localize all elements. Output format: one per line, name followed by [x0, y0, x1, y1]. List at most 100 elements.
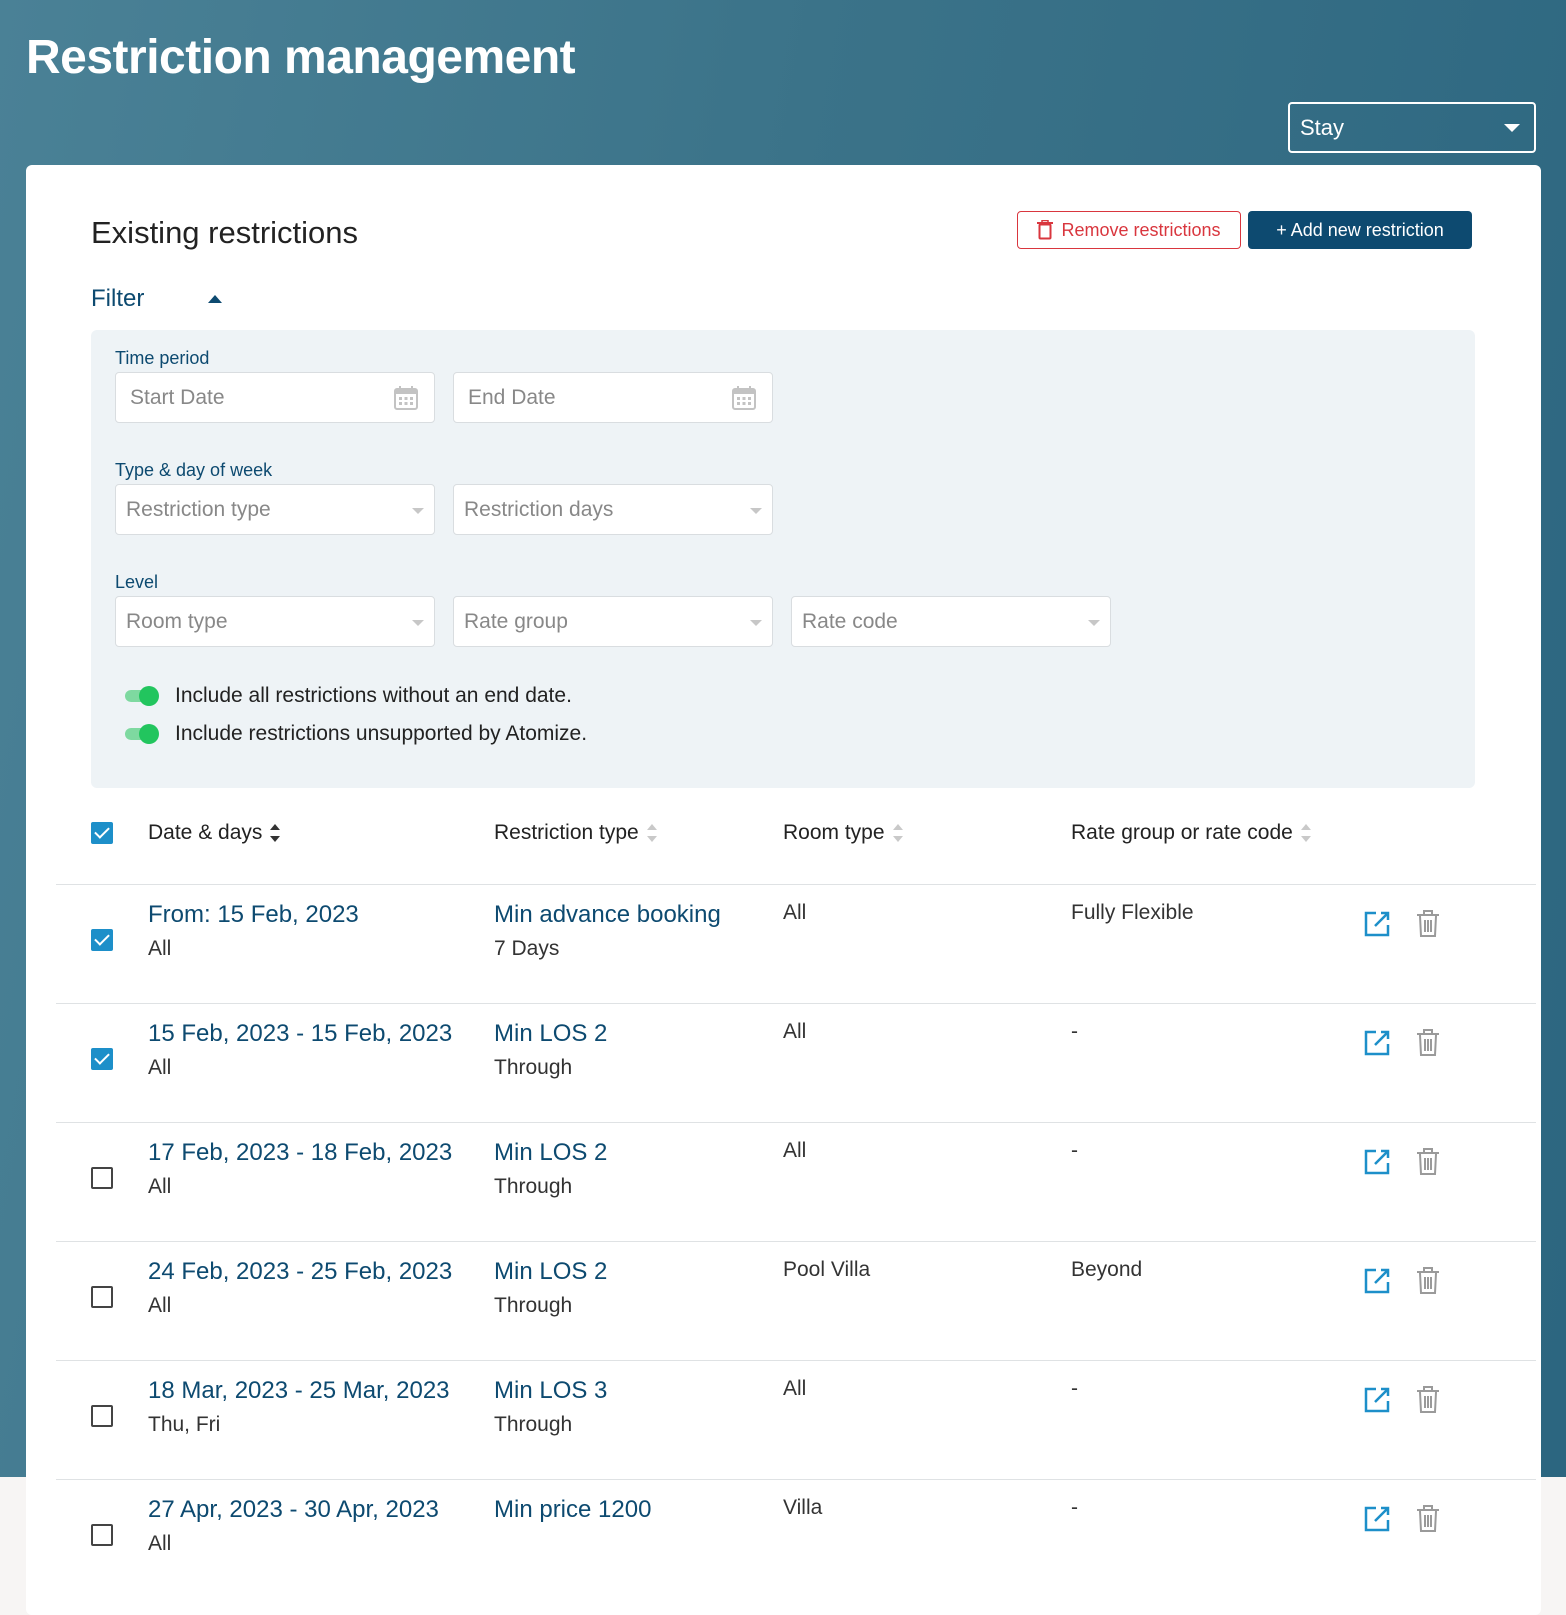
row-checkbox[interactable]: [91, 1405, 113, 1427]
row-date[interactable]: 18 Mar, 2023 - 25 Mar, 2023: [148, 1377, 450, 1405]
toggle-unsupported-label: Include restrictions unsupported by Atom…: [175, 722, 588, 745]
caret-down-icon: [412, 508, 424, 514]
table-row: 15 Feb, 2023 - 15 Feb, 2023 All Min LOS …: [26, 1004, 1541, 1122]
row-room-type: Villa: [783, 1496, 823, 1519]
row-days: All: [148, 937, 172, 960]
row-date[interactable]: 17 Feb, 2023 - 18 Feb, 2023: [148, 1139, 452, 1167]
row-restriction-type[interactable]: Min price 1200: [494, 1496, 651, 1524]
sort-icon: [646, 824, 657, 842]
trash-icon[interactable]: [1416, 1505, 1440, 1533]
filter-toggle-label: Filter: [91, 285, 145, 312]
column-restriction-type[interactable]: Restriction type: [494, 821, 657, 845]
table-row: 17 Feb, 2023 - 18 Feb, 2023 All Min LOS …: [26, 1123, 1541, 1241]
view-select[interactable]: Stay: [1288, 102, 1536, 153]
filter-toggle[interactable]: Filter: [91, 285, 223, 313]
row-checkbox[interactable]: [91, 1286, 113, 1308]
trash-icon[interactable]: [1416, 1386, 1440, 1414]
column-room-type-label: Room type: [783, 821, 885, 844]
remove-restrictions-button[interactable]: Remove restrictions: [1017, 211, 1241, 249]
column-rate-group[interactable]: Rate group or rate code: [1071, 821, 1311, 845]
row-date[interactable]: From: 15 Feb, 2023: [148, 901, 359, 929]
row-restriction-sub: Through: [494, 1413, 573, 1436]
row-room-type: All: [783, 1377, 807, 1400]
row-days: All: [148, 1175, 172, 1198]
chevron-up-icon: [208, 295, 223, 303]
row-rate: -: [1071, 1139, 1078, 1162]
row-restriction-type[interactable]: Min LOS 2: [494, 1020, 607, 1048]
trash-icon[interactable]: [1416, 1029, 1440, 1057]
edit-icon[interactable]: [1363, 1267, 1391, 1295]
row-restriction-type[interactable]: Min LOS 2: [494, 1139, 607, 1167]
page-title: Restriction management: [26, 31, 576, 84]
sort-icon: [892, 824, 903, 842]
table-row: 24 Feb, 2023 - 25 Feb, 2023 All Min LOS …: [26, 1242, 1541, 1360]
row-checkbox[interactable]: [91, 1167, 113, 1189]
row-restriction-type[interactable]: Min LOS 2: [494, 1258, 607, 1286]
row-checkbox[interactable]: [91, 1524, 113, 1546]
toggle-no-end-date-label: Include all restrictions without an end …: [175, 684, 572, 707]
row-restriction-sub: 7 Days: [494, 937, 560, 960]
row-checkbox[interactable]: [91, 929, 113, 951]
trash-icon[interactable]: [1416, 1267, 1440, 1295]
end-date-input[interactable]: End Date: [453, 372, 773, 423]
select-all-checkbox[interactable]: [91, 822, 113, 844]
row-rate: Beyond: [1071, 1258, 1143, 1281]
rate-code-placeholder: Rate code: [802, 609, 898, 633]
row-checkbox[interactable]: [91, 1048, 113, 1070]
table-row: From: 15 Feb, 2023 All Min advance booki…: [26, 885, 1541, 1003]
restrictions-card: Existing restrictions Remove restriction…: [26, 165, 1541, 1615]
edit-icon[interactable]: [1363, 910, 1391, 938]
trash-icon[interactable]: [1416, 910, 1440, 938]
row-restriction-sub: Through: [494, 1294, 573, 1317]
row-restriction-sub: Through: [494, 1175, 573, 1198]
edit-icon[interactable]: [1363, 1029, 1391, 1057]
rate-code-select[interactable]: Rate code: [791, 596, 1111, 647]
column-room-type[interactable]: Room type: [783, 821, 903, 845]
row-days: All: [148, 1294, 172, 1317]
toggle-unsupported[interactable]: [125, 723, 159, 745]
end-date-placeholder: End Date: [468, 385, 556, 409]
edit-icon[interactable]: [1363, 1505, 1391, 1533]
sort-icon: [270, 824, 281, 842]
start-date-input[interactable]: Start Date: [115, 372, 435, 423]
sort-icon: [1300, 824, 1311, 842]
level-label: Level: [115, 572, 159, 592]
rate-group-select[interactable]: Rate group: [453, 596, 773, 647]
add-restriction-button[interactable]: + Add new restriction: [1248, 211, 1472, 249]
column-rate-group-label: Rate group or rate code: [1071, 821, 1293, 844]
restriction-days-select[interactable]: Restriction days: [453, 484, 773, 535]
row-restriction-type[interactable]: Min advance booking: [494, 901, 721, 929]
caret-down-icon: [750, 620, 762, 626]
toggle-no-end-date-row: Include all restrictions without an end …: [125, 684, 572, 708]
restriction-type-placeholder: Restriction type: [126, 497, 271, 521]
row-rate: Fully Flexible: [1071, 901, 1194, 924]
room-type-select[interactable]: Room type: [115, 596, 435, 647]
row-room-type: All: [783, 1020, 807, 1043]
start-date-placeholder: Start Date: [130, 385, 225, 409]
toggle-no-end-date[interactable]: [125, 685, 159, 707]
row-restriction-sub: Through: [494, 1056, 573, 1079]
type-day-label: Type & day of week: [115, 460, 273, 480]
view-select-value: Stay: [1300, 114, 1345, 140]
filter-panel: Time period Start Date End Date Type & d…: [91, 330, 1475, 788]
column-date-days[interactable]: Date & days: [148, 821, 281, 845]
row-rate: -: [1071, 1377, 1078, 1400]
restriction-days-placeholder: Restriction days: [464, 497, 614, 521]
table-row: 27 Apr, 2023 - 30 Apr, 2023 All Min pric…: [26, 1480, 1541, 1598]
rate-group-placeholder: Rate group: [464, 609, 568, 633]
caret-down-icon: [750, 508, 762, 514]
row-days: All: [148, 1056, 172, 1079]
row-date[interactable]: 24 Feb, 2023 - 25 Feb, 2023: [148, 1258, 452, 1286]
row-restriction-type[interactable]: Min LOS 3: [494, 1377, 607, 1405]
trash-icon[interactable]: [1416, 1148, 1440, 1176]
calendar-icon: [394, 386, 418, 410]
restriction-type-select[interactable]: Restriction type: [115, 484, 435, 535]
edit-icon[interactable]: [1363, 1386, 1391, 1414]
card-title: Existing restrictions: [91, 215, 359, 250]
time-period-label: Time period: [115, 348, 210, 368]
edit-icon[interactable]: [1363, 1148, 1391, 1176]
row-date[interactable]: 27 Apr, 2023 - 30 Apr, 2023: [148, 1496, 439, 1524]
row-days: All: [148, 1532, 172, 1555]
row-date[interactable]: 15 Feb, 2023 - 15 Feb, 2023: [148, 1020, 452, 1048]
trash-icon: [1037, 220, 1054, 240]
